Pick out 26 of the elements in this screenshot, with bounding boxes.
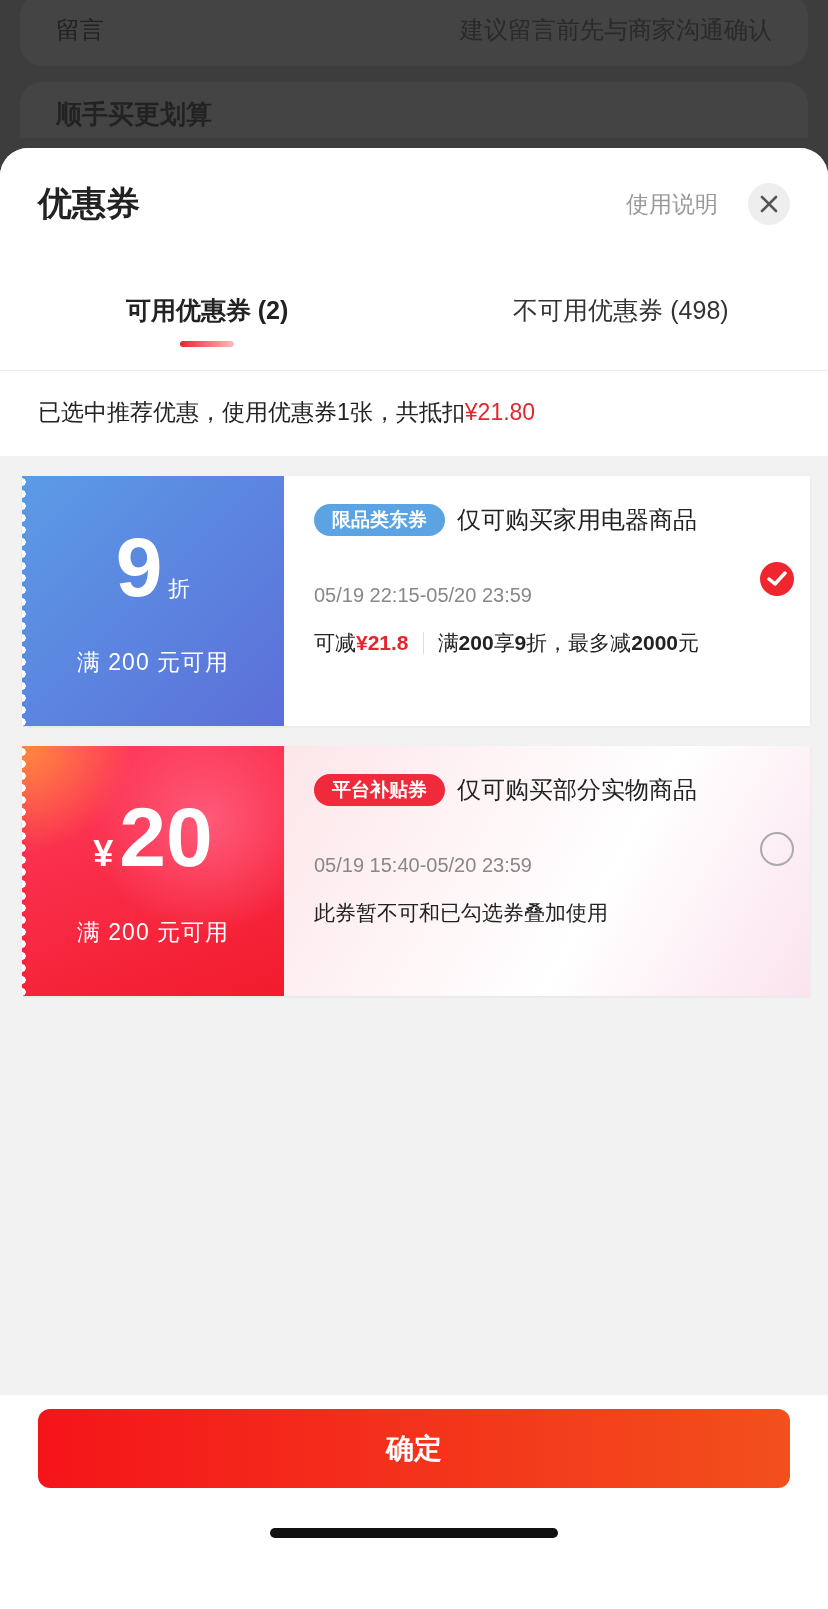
radio-icon[interactable]: [760, 832, 794, 866]
close-icon: [760, 195, 778, 213]
coupon-note: 此券暂不可和已勾选券叠加使用: [314, 900, 608, 926]
coupon-value: 9: [115, 524, 163, 609]
checked-radio-icon[interactable]: [760, 562, 794, 596]
coupon-value: 20: [119, 794, 213, 879]
coupon-validity: 05/19 15:40-05/20 23:59: [314, 854, 533, 877]
coupon-card[interactable]: ¥20 满 200 元可用 平台补贴券 仅可购买部分实物商品 05/19 15:40-05/20 23:59 此券暂不可和已勾选券叠加使用: [22, 746, 810, 996]
coupon-validity: 05/19 22:15-05/20 23:59: [314, 584, 533, 607]
coupon-tag: 平台补贴券: [314, 774, 445, 806]
coupon-scope: 仅可购买部分实物商品: [457, 775, 697, 805]
close-button[interactable]: [748, 183, 790, 225]
summary-text: 已选中推荐优惠，使用优惠券1张，共抵扣¥21.80: [0, 371, 828, 456]
coupon-scope: 仅可购买家用电器商品: [457, 505, 697, 535]
coupon-card[interactable]: 9 折 满 200 元可用 限品类东券 仅可购买家用电器商品 05/19 22:15-05/20 23:59 可减¥21.8 满200享9折，最多减2000元: [22, 476, 810, 726]
sheet-title: 优惠券: [38, 183, 141, 224]
coupon-condition: 满 200 元可用: [76, 647, 230, 677]
discount-unit: 折: [168, 574, 191, 603]
saving-text: 可减¥21.8: [314, 630, 409, 656]
confirm-button[interactable]: 确定: [38, 1409, 790, 1488]
tab[interactable]: 不可用优惠券 (498): [414, 282, 828, 370]
coupon-rule: 满200享9折，最多减2000元: [437, 630, 699, 656]
currency-symbol: ¥: [93, 832, 114, 875]
tab[interactable]: 可用优惠券 (2): [0, 282, 414, 370]
coupon-condition: 满 200 元可用: [76, 917, 230, 947]
coupon-tag: 限品类东券: [314, 504, 445, 536]
